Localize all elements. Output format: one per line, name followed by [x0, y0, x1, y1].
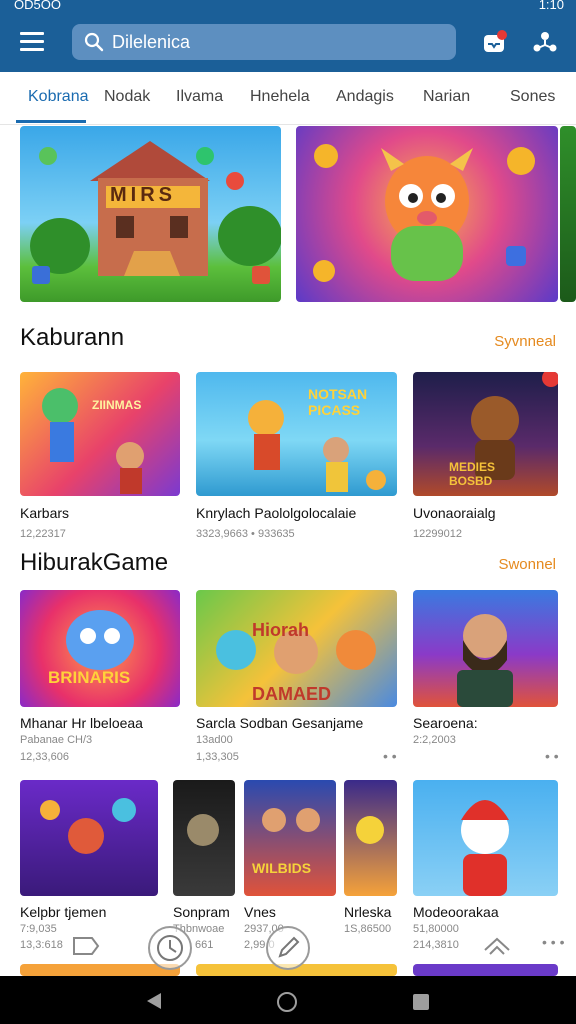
- card-subtitle: 3323,9663 • 933635: [196, 528, 295, 540]
- status-bar: OD5OO 1:10: [0, 0, 576, 16]
- card-subtitle: 7:9,035: [20, 923, 57, 935]
- back-icon[interactable]: [146, 992, 162, 1010]
- game-card-uvonaoraialg[interactable]: MEDIES BOSBD: [413, 372, 558, 496]
- game-card-sarcla[interactable]: Hiorah DAMAED: [196, 590, 397, 707]
- game-art-icon: [66, 610, 134, 670]
- banner-1-art-title: MIRS: [110, 184, 176, 206]
- card-title: Knrylach Paololgolocalaie: [196, 505, 357, 521]
- game-art-icon: [356, 816, 384, 844]
- search-value: Dilelenica: [112, 32, 191, 52]
- game-card-kelpbr[interactable]: [20, 780, 158, 896]
- tab-hnehela[interactable]: Hnehela: [250, 88, 310, 106]
- game-card-modeoorakaa[interactable]: [413, 780, 558, 896]
- tab-sones[interactable]: Sones: [510, 88, 555, 106]
- category-tabs: Kobrana Nodak Ilvama Hnehela Andagis Nar…: [0, 72, 576, 125]
- monster-mascot-art-icon: [313, 144, 535, 282]
- featured-banner-2[interactable]: [296, 126, 558, 302]
- card-art-title: ZIINMAS: [92, 398, 142, 412]
- notifications-button[interactable]: [482, 30, 508, 56]
- card-title: Uvonaoraialg: [413, 505, 496, 521]
- card-subtitle: Pabanae CH/3: [20, 734, 93, 746]
- card-subtitle: 13ad00: [196, 734, 233, 746]
- card-title: Searoena:: [413, 715, 478, 731]
- network-icon: [533, 32, 557, 52]
- tab-nodak[interactable]: Nodak: [104, 88, 150, 106]
- inbox-icon: [484, 30, 507, 52]
- active-tab-indicator: [16, 120, 86, 123]
- recents-icon[interactable]: [412, 993, 430, 1011]
- card-title: Nrleska: [344, 904, 392, 920]
- see-all-link-2[interactable]: Swonnel: [498, 556, 556, 573]
- castle-art-icon: [30, 141, 281, 284]
- card-subtitle-2: 13,3:618: [20, 939, 63, 951]
- more-options-icon[interactable]: • •: [383, 748, 397, 764]
- game-card-karbars[interactable]: ZIINMAS: [20, 372, 180, 496]
- game-card-vnes[interactable]: WILBIDS: [244, 780, 336, 896]
- pencil-icon: [278, 936, 300, 958]
- featured-banner-1[interactable]: MIRS: [20, 126, 281, 302]
- system-nav-bar: [0, 976, 576, 1024]
- card-title: Kelpbr tjemen: [20, 904, 107, 920]
- card-subtitle: 2:2,2003: [413, 734, 456, 746]
- card-title: Sonpram: [173, 904, 230, 920]
- card-title: Vnes: [244, 904, 276, 920]
- more-options-icon[interactable]: • •: [545, 748, 559, 764]
- game-card-peek[interactable]: [413, 964, 558, 976]
- clock-button[interactable]: [148, 926, 192, 970]
- app-bar: Dilelenica: [0, 16, 576, 72]
- clock-icon: [157, 935, 183, 961]
- menu-icon[interactable]: [20, 32, 44, 54]
- see-all-link-1[interactable]: Syvnneal: [494, 333, 556, 350]
- card-art-title: BRINARIS: [48, 668, 131, 687]
- card-subtitle-2: 661: [195, 939, 214, 951]
- card-art-title: Hiorah DAMAED: [252, 620, 331, 704]
- card-art-title: WILBIDS: [252, 860, 312, 876]
- card-art-title: NOTSAN PICASS: [308, 386, 368, 418]
- card-title: Sarcla Sodban Gesanjame: [196, 715, 364, 731]
- game-art-icon: [40, 798, 136, 854]
- game-art-icon: [42, 388, 144, 494]
- card-subtitle: 1S,86500: [344, 923, 392, 935]
- card-subtitle-2: 1,33,305: [196, 751, 239, 763]
- tab-ilvama[interactable]: Ilvama: [176, 88, 223, 106]
- tag-icon[interactable]: [72, 936, 100, 956]
- card-subtitle-2: 214,3810: [413, 939, 459, 951]
- card-subtitle: 51,80000: [413, 923, 459, 935]
- card-subtitle: 12299012: [413, 528, 462, 540]
- section-title-kaburann: Kaburann: [20, 324, 125, 351]
- tab-andagis[interactable]: Andagis: [336, 88, 394, 106]
- game-card-nrleska[interactable]: [344, 780, 397, 896]
- home-icon[interactable]: [276, 991, 298, 1013]
- search-icon: [84, 32, 104, 52]
- share-button[interactable]: [532, 30, 558, 56]
- section-title-hiburakgame: HiburakGame: [20, 549, 169, 576]
- game-card-sonpram[interactable]: [173, 780, 235, 896]
- tab-narian[interactable]: Narian: [423, 88, 470, 106]
- edit-button[interactable]: [266, 926, 310, 970]
- status-time: 1:10: [538, 0, 564, 12]
- game-art-icon: [457, 614, 513, 707]
- game-art-icon: [461, 800, 509, 896]
- card-title: Mhanar Hr lbeloeaa: [20, 715, 143, 731]
- status-left-text: OD5OO: [14, 0, 61, 12]
- card-title: Modeoorakaa: [413, 904, 499, 920]
- featured-banner-3-peek[interactable]: [560, 126, 576, 302]
- more-options-icon[interactable]: • • •: [542, 934, 564, 950]
- search-input[interactable]: Dilelenica: [72, 24, 456, 60]
- game-art-icon: [262, 808, 320, 832]
- card-art-title: MEDIES BOSBD: [449, 460, 496, 488]
- card-subtitle: 12,22317: [20, 528, 66, 540]
- card-title: Karbars: [20, 505, 70, 521]
- game-art-icon: [187, 814, 219, 846]
- game-card-searoena[interactable]: [413, 590, 558, 707]
- game-card-mhanar[interactable]: BRINARIS: [20, 590, 180, 707]
- game-card-knrylach[interactable]: NOTSAN PICASS: [196, 372, 397, 496]
- chevron-up-icon[interactable]: [482, 934, 512, 956]
- tab-kobrana[interactable]: Kobrana: [28, 88, 89, 106]
- card-subtitle-2: 12,33,606: [20, 751, 69, 763]
